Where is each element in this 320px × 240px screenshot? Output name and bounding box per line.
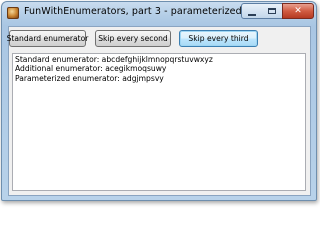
standard-enumerator-button[interactable]: Standard enumerator bbox=[7, 30, 88, 47]
title-bar[interactable]: FunWithEnumerators, part 3 - parameteriz… bbox=[2, 2, 316, 26]
skip-every-second-button[interactable]: Skip every second bbox=[95, 30, 171, 47]
maximize-button[interactable] bbox=[262, 3, 283, 19]
output-line-standard: Standard enumerator: abcdefghijklmnopqrs… bbox=[15, 55, 213, 64]
close-icon: ✕ bbox=[294, 6, 302, 16]
minimize-icon bbox=[248, 13, 256, 16]
maximize-icon bbox=[268, 8, 276, 14]
app-icon[interactable] bbox=[7, 7, 19, 19]
app-window: FunWithEnumerators, part 3 - parameteriz… bbox=[1, 1, 317, 201]
close-button[interactable]: ✕ bbox=[282, 3, 314, 19]
output-line-additional: Additional enumerator: acegikmoqsuwy bbox=[15, 64, 167, 74]
minimize-button[interactable] bbox=[241, 3, 263, 19]
output-line-parameterized: Parameterized enumerator: adgjmpsvy bbox=[15, 73, 164, 83]
client-area: Standard enumerator Skip every second Sk… bbox=[7, 26, 311, 196]
skip-every-third-button[interactable]: Skip every third bbox=[179, 30, 258, 47]
output-textbox[interactable]: Standard enumerator: abcdefghijklmnopqrs… bbox=[12, 53, 306, 191]
